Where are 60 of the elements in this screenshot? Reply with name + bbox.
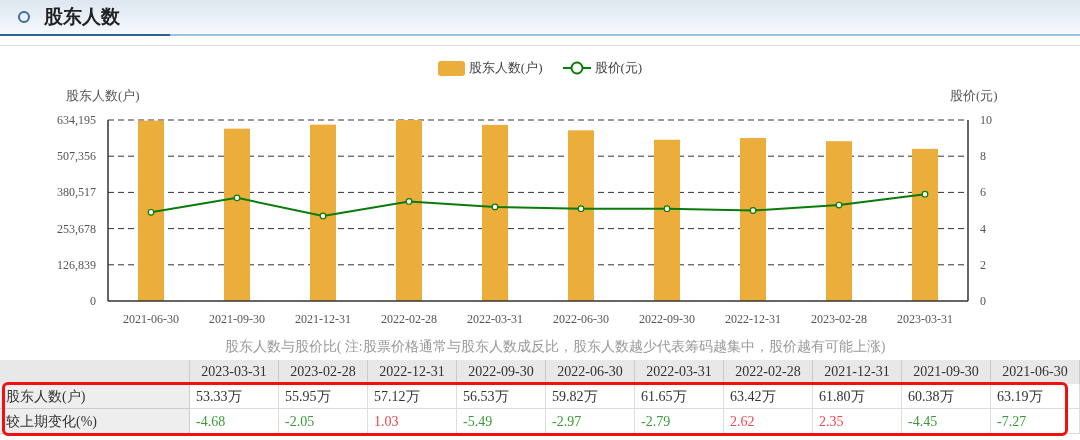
column-header: 2021-12-31: [813, 360, 902, 384]
y-tick-label: 507,356: [57, 149, 96, 164]
x-tick-label: 2022-09-30: [639, 312, 695, 326]
table-cell: 55.95万: [279, 384, 368, 409]
table-cell: 1.03: [368, 409, 457, 434]
legend-label: 股价(元): [594, 59, 643, 78]
column-header: 2022-02-28: [724, 360, 813, 384]
table-cell: -2.97: [546, 409, 635, 434]
x-tick-label: 2023-02-28: [811, 312, 867, 326]
column-header: 2023-02-28: [279, 360, 368, 384]
legend-label: 股东人数(户): [468, 59, 543, 78]
y-tick-label: 10: [980, 113, 992, 127]
table-cell: 2.35: [813, 409, 902, 434]
x-tick-label: 2022-03-31: [467, 312, 523, 326]
column-header: 2022-09-30: [457, 360, 546, 384]
x-tick-label: 2021-12-31: [295, 312, 351, 326]
x-tick-label: 2022-06-30: [553, 312, 609, 326]
table-cell: 53.33万: [190, 384, 279, 409]
table-cell: 2.62: [724, 409, 813, 434]
x-tick-label: 2022-02-28: [381, 312, 437, 326]
table-cell: 61.65万: [635, 384, 724, 409]
y-tick-label: 380,517: [57, 185, 96, 200]
table-cell: -5.49: [457, 409, 546, 434]
x-tick-label: 2021-09-30: [209, 312, 265, 326]
y-tick-label: 634,195: [57, 113, 96, 127]
y-tick-label: 6: [980, 185, 986, 200]
column-header: 2022-12-31: [368, 360, 457, 384]
y-tick-label: 253,678: [57, 221, 96, 236]
x-tick-label: 2023-03-31: [897, 312, 953, 326]
table-cell: 57.12万: [368, 384, 457, 409]
table-cell: -2.79: [635, 409, 724, 434]
column-header: 2021-09-30: [902, 360, 991, 384]
row-label: 股东人数(户): [0, 384, 190, 409]
y-tick-label: 126,839: [57, 257, 96, 272]
table-cell: 59.82万: [546, 384, 635, 409]
table-cell: -7.27: [991, 409, 1080, 434]
column-header: 2023-03-31: [190, 360, 279, 384]
table-cell: 56.53万: [457, 384, 546, 409]
table-cell: -2.05: [279, 409, 368, 434]
row-label: 较上期变化(%): [0, 409, 190, 434]
table-cell: 63.42万: [724, 384, 813, 409]
y-tick-label: 8: [980, 149, 986, 164]
column-header: 2021-06-30: [991, 360, 1080, 384]
column-header: 2022-03-31: [635, 360, 724, 384]
table-cell: 60.38万: [902, 384, 991, 409]
y-tick-label: 4: [980, 221, 986, 236]
table-caption: 股东人数与股价比( 注:股票价格通常与股东人数成反比，股东人数越少代表筹码越集中，股价越有可能上涨): [223, 338, 887, 356]
table-cell: -4.45: [902, 409, 991, 434]
y-tick-label: 0: [90, 294, 96, 308]
table-cell: -4.68: [190, 409, 279, 434]
x-tick-label: 2022-12-31: [725, 312, 781, 326]
y-axis-title: 股价(元): [950, 88, 998, 103]
x-tick-label: 2021-06-30: [123, 312, 179, 326]
y-tick-label: 2: [980, 257, 986, 272]
section-title: 股东人数: [44, 4, 120, 29]
table-cell: 61.80万: [813, 384, 902, 409]
table-cell: 63.19万: [991, 384, 1080, 409]
y-axis-title: 股东人数(户): [66, 88, 140, 103]
column-header: 2022-06-30: [546, 360, 635, 384]
y-tick-label: 0: [980, 294, 986, 308]
